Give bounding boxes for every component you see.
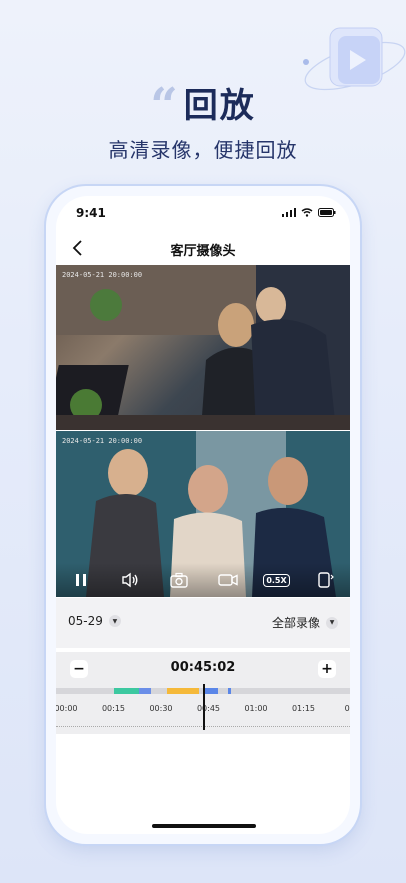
chevron-down-icon: ▼ [108,615,121,627]
nav-title: 客厅摄像头 [170,244,236,259]
nav-bar: 客厅摄像头 [56,232,350,264]
tick-label: 00:30 [149,704,173,713]
speed-button[interactable]: 0.5X [263,568,290,592]
status-time: 9:41 [76,206,106,220]
fullscreen-icon [317,572,334,588]
record-type-value: 全部录像 [271,616,320,630]
status-icons [282,208,336,217]
recording-segment[interactable] [205,688,218,694]
speaker-icon [121,572,137,588]
video-timestamp: 2024-05-21 20:00:00 [62,437,143,445]
wifi-icon [301,208,313,217]
pause-icon [75,574,86,586]
video-scene-1 [56,265,350,430]
video-timestamp: 2024-05-21 20:00:00 [62,271,143,279]
video-feed-1[interactable]: 2024-05-21 20:00:00 [56,265,350,430]
playback-controls: 0.5X [56,563,350,597]
record-icon [217,574,238,586]
camera-icon [169,572,188,588]
fullscreen-button[interactable] [314,568,338,592]
recording-segment[interactable] [227,688,231,694]
speed-label: 0.5X [263,573,290,587]
recording-segment[interactable] [113,688,139,694]
tick-label: 01:00 [244,704,268,713]
phone-screen: 9:41 客厅摄像头 2024-05-21 20:00:00 2024-05-2… [56,196,350,834]
status-bar: 9:41 [56,196,350,230]
tick-label: 01:15 [291,704,316,713]
playhead[interactable] [203,684,205,730]
pause-button[interactable] [69,568,93,592]
snapshot-button[interactable] [167,568,191,592]
signal-icon [282,208,296,217]
tick-label: 01: [344,704,350,713]
date-value: 05-29 [68,614,103,628]
chevron-down-icon: ▼ [326,616,338,629]
tick-label: 00:00 [56,704,78,713]
quote-mark: “ [150,77,178,134]
recording-segment[interactable] [138,688,152,694]
filter-row: 05-29 ▼ 全部录像 ▼ [56,598,350,648]
tick-label: 00:45 [196,704,221,713]
zoom-in-button[interactable]: + [318,660,336,678]
home-indicator [152,824,256,828]
current-time: 00:45:02 [170,660,236,675]
date-selector[interactable]: 05-29 ▼ [68,614,121,628]
record-button[interactable] [216,568,240,592]
hero-title: 回放 [183,86,256,126]
hero-title-row: “ 回放 [0,77,406,134]
mute-button[interactable] [118,568,142,592]
record-type-selector[interactable]: 全部录像 ▼ [272,614,338,631]
tick-label: 00:15 [101,704,126,713]
battery-icon [318,208,336,217]
recording-segment[interactable] [167,688,199,694]
hero-subtitle: 高清录像，便捷回放 [108,138,298,162]
